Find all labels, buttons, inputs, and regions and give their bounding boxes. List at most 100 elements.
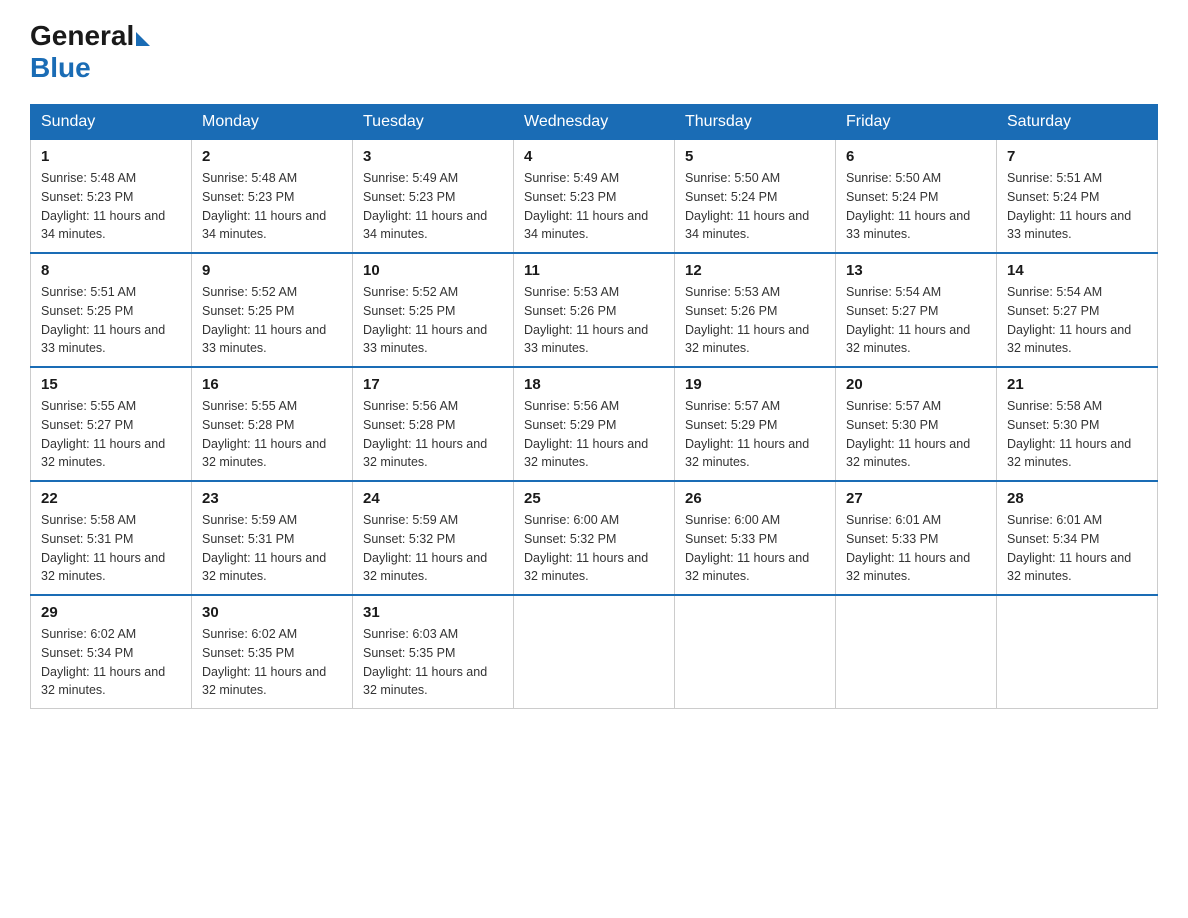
calendar-week-4: 22 Sunrise: 5:58 AM Sunset: 5:31 PM Dayl… (31, 481, 1158, 595)
calendar-cell: 28 Sunrise: 6:01 AM Sunset: 5:34 PM Dayl… (997, 481, 1158, 595)
day-number: 21 (1007, 376, 1147, 393)
day-info: Sunrise: 5:52 AM Sunset: 5:25 PM Dayligh… (363, 283, 503, 358)
calendar-header-row: SundayMondayTuesdayWednesdayThursdayFrid… (31, 105, 1158, 140)
calendar-table: SundayMondayTuesdayWednesdayThursdayFrid… (30, 104, 1158, 709)
logo-blue-part (134, 26, 150, 46)
day-info: Sunrise: 5:50 AM Sunset: 5:24 PM Dayligh… (846, 169, 986, 244)
calendar-cell: 8 Sunrise: 5:51 AM Sunset: 5:25 PM Dayli… (31, 253, 192, 367)
calendar-cell: 7 Sunrise: 5:51 AM Sunset: 5:24 PM Dayli… (997, 140, 1158, 254)
day-info: Sunrise: 6:01 AM Sunset: 5:33 PM Dayligh… (846, 511, 986, 586)
calendar-cell: 3 Sunrise: 5:49 AM Sunset: 5:23 PM Dayli… (353, 140, 514, 254)
day-number: 22 (41, 490, 181, 507)
calendar-week-1: 1 Sunrise: 5:48 AM Sunset: 5:23 PM Dayli… (31, 140, 1158, 254)
day-info: Sunrise: 5:56 AM Sunset: 5:28 PM Dayligh… (363, 397, 503, 472)
day-info: Sunrise: 5:52 AM Sunset: 5:25 PM Dayligh… (202, 283, 342, 358)
logo-triangle-icon (136, 32, 150, 46)
day-info: Sunrise: 5:53 AM Sunset: 5:26 PM Dayligh… (524, 283, 664, 358)
day-number: 31 (363, 604, 503, 621)
calendar-cell: 4 Sunrise: 5:49 AM Sunset: 5:23 PM Dayli… (514, 140, 675, 254)
calendar-cell (836, 595, 997, 709)
day-info: Sunrise: 6:00 AM Sunset: 5:33 PM Dayligh… (685, 511, 825, 586)
calendar-cell (675, 595, 836, 709)
day-info: Sunrise: 5:58 AM Sunset: 5:30 PM Dayligh… (1007, 397, 1147, 472)
day-number: 14 (1007, 262, 1147, 279)
calendar-cell: 2 Sunrise: 5:48 AM Sunset: 5:23 PM Dayli… (192, 140, 353, 254)
calendar-cell: 15 Sunrise: 5:55 AM Sunset: 5:27 PM Dayl… (31, 367, 192, 481)
day-number: 3 (363, 148, 503, 165)
day-number: 2 (202, 148, 342, 165)
day-number: 1 (41, 148, 181, 165)
day-info: Sunrise: 5:54 AM Sunset: 5:27 PM Dayligh… (1007, 283, 1147, 358)
day-info: Sunrise: 5:49 AM Sunset: 5:23 PM Dayligh… (524, 169, 664, 244)
day-number: 18 (524, 376, 664, 393)
calendar-cell: 27 Sunrise: 6:01 AM Sunset: 5:33 PM Dayl… (836, 481, 997, 595)
calendar-cell: 1 Sunrise: 5:48 AM Sunset: 5:23 PM Dayli… (31, 140, 192, 254)
day-number: 27 (846, 490, 986, 507)
day-number: 9 (202, 262, 342, 279)
calendar-cell: 14 Sunrise: 5:54 AM Sunset: 5:27 PM Dayl… (997, 253, 1158, 367)
day-number: 29 (41, 604, 181, 621)
calendar-cell: 6 Sunrise: 5:50 AM Sunset: 5:24 PM Dayli… (836, 140, 997, 254)
day-number: 24 (363, 490, 503, 507)
logo: General Blue (30, 20, 150, 84)
calendar-cell: 26 Sunrise: 6:00 AM Sunset: 5:33 PM Dayl… (675, 481, 836, 595)
column-header-tuesday: Tuesday (353, 105, 514, 140)
calendar-week-3: 15 Sunrise: 5:55 AM Sunset: 5:27 PM Dayl… (31, 367, 1158, 481)
day-info: Sunrise: 6:03 AM Sunset: 5:35 PM Dayligh… (363, 625, 503, 700)
day-number: 26 (685, 490, 825, 507)
calendar-cell: 31 Sunrise: 6:03 AM Sunset: 5:35 PM Dayl… (353, 595, 514, 709)
day-info: Sunrise: 5:51 AM Sunset: 5:24 PM Dayligh… (1007, 169, 1147, 244)
day-number: 19 (685, 376, 825, 393)
calendar-cell: 11 Sunrise: 5:53 AM Sunset: 5:26 PM Dayl… (514, 253, 675, 367)
day-number: 12 (685, 262, 825, 279)
calendar-week-2: 8 Sunrise: 5:51 AM Sunset: 5:25 PM Dayli… (31, 253, 1158, 367)
day-info: Sunrise: 5:48 AM Sunset: 5:23 PM Dayligh… (41, 169, 181, 244)
column-header-thursday: Thursday (675, 105, 836, 140)
day-info: Sunrise: 5:58 AM Sunset: 5:31 PM Dayligh… (41, 511, 181, 586)
column-header-wednesday: Wednesday (514, 105, 675, 140)
calendar-cell: 12 Sunrise: 5:53 AM Sunset: 5:26 PM Dayl… (675, 253, 836, 367)
day-info: Sunrise: 5:48 AM Sunset: 5:23 PM Dayligh… (202, 169, 342, 244)
day-info: Sunrise: 5:57 AM Sunset: 5:29 PM Dayligh… (685, 397, 825, 472)
day-number: 30 (202, 604, 342, 621)
calendar-cell: 16 Sunrise: 5:55 AM Sunset: 5:28 PM Dayl… (192, 367, 353, 481)
day-number: 5 (685, 148, 825, 165)
day-info: Sunrise: 5:57 AM Sunset: 5:30 PM Dayligh… (846, 397, 986, 472)
day-info: Sunrise: 5:55 AM Sunset: 5:27 PM Dayligh… (41, 397, 181, 472)
calendar-cell: 17 Sunrise: 5:56 AM Sunset: 5:28 PM Dayl… (353, 367, 514, 481)
day-info: Sunrise: 5:51 AM Sunset: 5:25 PM Dayligh… (41, 283, 181, 358)
day-info: Sunrise: 5:49 AM Sunset: 5:23 PM Dayligh… (363, 169, 503, 244)
day-info: Sunrise: 5:56 AM Sunset: 5:29 PM Dayligh… (524, 397, 664, 472)
calendar-cell: 20 Sunrise: 5:57 AM Sunset: 5:30 PM Dayl… (836, 367, 997, 481)
logo-general-text: General (30, 20, 134, 52)
day-number: 17 (363, 376, 503, 393)
page-header: General Blue (30, 20, 1158, 84)
calendar-cell: 24 Sunrise: 5:59 AM Sunset: 5:32 PM Dayl… (353, 481, 514, 595)
column-header-monday: Monday (192, 105, 353, 140)
day-number: 8 (41, 262, 181, 279)
column-header-saturday: Saturday (997, 105, 1158, 140)
calendar-cell: 5 Sunrise: 5:50 AM Sunset: 5:24 PM Dayli… (675, 140, 836, 254)
day-number: 20 (846, 376, 986, 393)
calendar-cell: 29 Sunrise: 6:02 AM Sunset: 5:34 PM Dayl… (31, 595, 192, 709)
day-info: Sunrise: 6:01 AM Sunset: 5:34 PM Dayligh… (1007, 511, 1147, 586)
calendar-cell: 10 Sunrise: 5:52 AM Sunset: 5:25 PM Dayl… (353, 253, 514, 367)
day-number: 13 (846, 262, 986, 279)
day-info: Sunrise: 5:53 AM Sunset: 5:26 PM Dayligh… (685, 283, 825, 358)
calendar-cell: 13 Sunrise: 5:54 AM Sunset: 5:27 PM Dayl… (836, 253, 997, 367)
day-info: Sunrise: 6:02 AM Sunset: 5:34 PM Dayligh… (41, 625, 181, 700)
calendar-cell (514, 595, 675, 709)
day-number: 7 (1007, 148, 1147, 165)
calendar-cell (997, 595, 1158, 709)
column-header-friday: Friday (836, 105, 997, 140)
calendar-cell: 9 Sunrise: 5:52 AM Sunset: 5:25 PM Dayli… (192, 253, 353, 367)
calendar-cell: 23 Sunrise: 5:59 AM Sunset: 5:31 PM Dayl… (192, 481, 353, 595)
calendar-week-5: 29 Sunrise: 6:02 AM Sunset: 5:34 PM Dayl… (31, 595, 1158, 709)
column-header-sunday: Sunday (31, 105, 192, 140)
calendar-cell: 19 Sunrise: 5:57 AM Sunset: 5:29 PM Dayl… (675, 367, 836, 481)
calendar-cell: 21 Sunrise: 5:58 AM Sunset: 5:30 PM Dayl… (997, 367, 1158, 481)
day-info: Sunrise: 5:55 AM Sunset: 5:28 PM Dayligh… (202, 397, 342, 472)
day-info: Sunrise: 5:50 AM Sunset: 5:24 PM Dayligh… (685, 169, 825, 244)
calendar-cell: 18 Sunrise: 5:56 AM Sunset: 5:29 PM Dayl… (514, 367, 675, 481)
day-number: 23 (202, 490, 342, 507)
